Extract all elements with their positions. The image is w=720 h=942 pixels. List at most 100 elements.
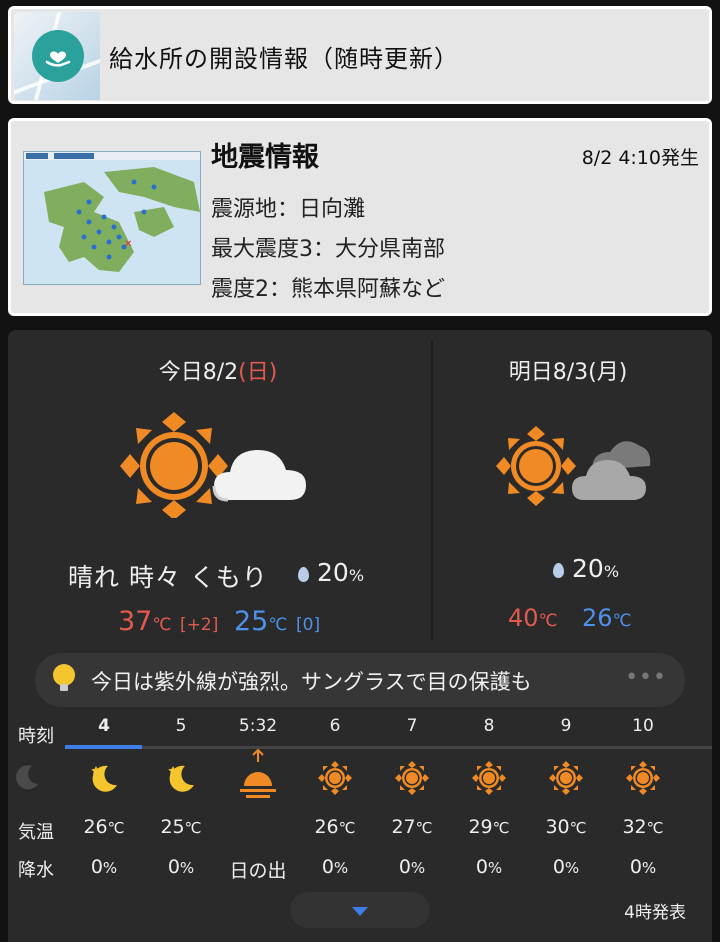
hourly-precip-value: 0: [629, 856, 642, 878]
water-supply-thumbnail: [14, 12, 100, 100]
hourly-temp-value: 29: [468, 816, 493, 838]
hourly-precip: 0%: [374, 856, 450, 878]
today-low-value: 25: [234, 606, 269, 637]
hourly-temp-unit: ℃: [646, 819, 664, 837]
tomorrow-date: 明日8/3(月): [508, 360, 628, 385]
sun-icon: [317, 760, 353, 796]
today-high-value: 37: [118, 606, 153, 637]
hourly-precip-value: 0: [321, 856, 334, 878]
hourly-temp-value: 26: [314, 816, 339, 838]
hourly-precip: 0%: [528, 856, 604, 878]
today-precip-value: 20: [317, 558, 349, 587]
moon-icon: [163, 760, 199, 796]
hourly-rain-label: 降水: [18, 860, 54, 881]
today-high-diff: [+2]: [180, 615, 219, 635]
hourly-time: 8: [483, 716, 495, 736]
raindrop-icon: [553, 562, 564, 578]
lightbulb-icon: [53, 664, 75, 691]
hourly-temp-label: 気温: [18, 822, 54, 843]
chevron-down-icon: [352, 907, 368, 916]
hourly-temp: 32℃: [605, 816, 681, 838]
hourly-temp-unit: ℃: [569, 819, 587, 837]
earthquake-max-intensity: 最大震度3：大分県南部: [211, 237, 445, 262]
hourly-time: 9: [560, 716, 572, 736]
today-date-label: 今日8/2: [158, 360, 239, 385]
expand-button[interactable]: [290, 892, 430, 928]
hourly-temp-unit: ℃: [492, 819, 510, 837]
more-options-button[interactable]: •••: [625, 665, 667, 690]
hourly-time: 5:32: [238, 716, 278, 736]
hourly-temp: 26℃: [66, 816, 142, 838]
hourly-temp: 26℃: [297, 816, 373, 838]
tomorrow-low-temp: 26℃: [582, 604, 632, 632]
hourly-precip-value: 0: [167, 856, 180, 878]
today-precip-unit: %: [348, 566, 365, 585]
today-high-unit: ℃: [152, 615, 172, 635]
earthquake-time: 8/2 4:10発生: [581, 147, 699, 169]
advice-banner[interactable]: 今日は紫外線が強烈。サングラスで目の保護も •••: [35, 653, 685, 707]
hourly-precip: 日の出: [220, 856, 296, 883]
water-supply-title: 給水所の開設情報（随時更新）: [109, 45, 459, 73]
heart-hand-icon: [32, 30, 84, 82]
tomorrow-low-unit: ℃: [612, 611, 632, 631]
hourly-temp-value: 26: [83, 816, 108, 838]
today-date: 今日8/2(日): [108, 354, 328, 386]
sun-icon: [625, 760, 661, 796]
hourly-temp: 29℃: [451, 816, 527, 838]
hourly-precip-value: 0: [398, 856, 411, 878]
hourly-scroll-track[interactable]: [65, 745, 712, 749]
hourly-precip: 0%: [451, 856, 527, 878]
issued-time: 4時発表: [624, 903, 686, 923]
hourly-temp-unit: ℃: [107, 819, 125, 837]
sun-icon: [394, 760, 430, 796]
hourly-scroll-indicator: [65, 745, 142, 749]
hourly-precip-value: 日の出: [229, 860, 287, 882]
hourly-time: 4: [98, 716, 110, 736]
hourly-precip: 0%: [605, 856, 681, 878]
hourly-temp-unit: ℃: [338, 819, 356, 837]
day-divider: [431, 340, 433, 640]
tomorrow-low-value: 26: [582, 604, 613, 632]
hourly-precip-unit: %: [641, 859, 657, 877]
hourly-temp: 25℃: [143, 816, 219, 838]
hourly-precip-unit: %: [564, 859, 580, 877]
hourly-temp-value: 25: [160, 816, 185, 838]
weather-panel: 今日8/2(日) 晴れ 時々 くもり 20% 37℃ [+2] 25℃ [0] …: [8, 330, 712, 942]
moon-icon: [86, 760, 122, 796]
today-precip: 20%: [298, 558, 364, 587]
water-supply-card[interactable]: 給水所の開設情報（随時更新）: [8, 6, 712, 104]
hourly-temp-unit: ℃: [184, 819, 202, 837]
hourly-temp: 27℃: [374, 816, 450, 838]
hourly-temp-value: 30: [545, 816, 570, 838]
today-day-of-week: (日): [238, 360, 278, 385]
hourly-precip: 0%: [143, 856, 219, 878]
earthquake-epicenter: 震源地：日向灘: [211, 197, 366, 222]
today-high-temp: 37℃ [+2]: [118, 606, 218, 637]
hourly-precip-unit: %: [487, 859, 503, 877]
tomorrow-high-temp: 40℃: [508, 604, 558, 632]
hourly-precip: 0%: [297, 856, 373, 878]
svg-text:✕: ✕: [124, 239, 132, 250]
tomorrow-precip-unit: %: [603, 562, 620, 581]
hourly-precip-value: 0: [90, 856, 103, 878]
advice-text: 今日は紫外線が強烈。サングラスで目の保護も: [91, 670, 532, 694]
hourly-temp: 30℃: [528, 816, 604, 838]
hourly-precip-unit: %: [179, 859, 195, 877]
tomorrow-precip-value: 20: [572, 554, 604, 583]
hourly-precip: 0%: [66, 856, 142, 878]
sun-cloud-icon: [116, 408, 326, 520]
hourly-precip-unit: %: [102, 859, 118, 877]
hourly-time-label: 時刻: [18, 726, 54, 747]
earthquake-card[interactable]: ✕ 地震情報 8/2 4:10発生 震源地：日向灘 最大震度3：大分県南部 震度…: [8, 118, 712, 316]
sun-icon: [548, 760, 584, 796]
sunrise-icon: [238, 748, 276, 808]
hourly-time: 7: [406, 716, 418, 736]
earthquake-intensity-2: 震度2：熊本県阿蘇など: [211, 277, 445, 302]
hourly-time: 6: [329, 716, 341, 736]
earthquake-map-image: ✕: [23, 151, 201, 285]
hourly-temp-unit: ℃: [415, 819, 433, 837]
hourly-time: 5: [175, 716, 187, 736]
hourly-precip-value: 0: [552, 856, 565, 878]
tomorrow-high-value: 40: [508, 604, 539, 632]
sun-cloud-icon: [492, 426, 652, 506]
